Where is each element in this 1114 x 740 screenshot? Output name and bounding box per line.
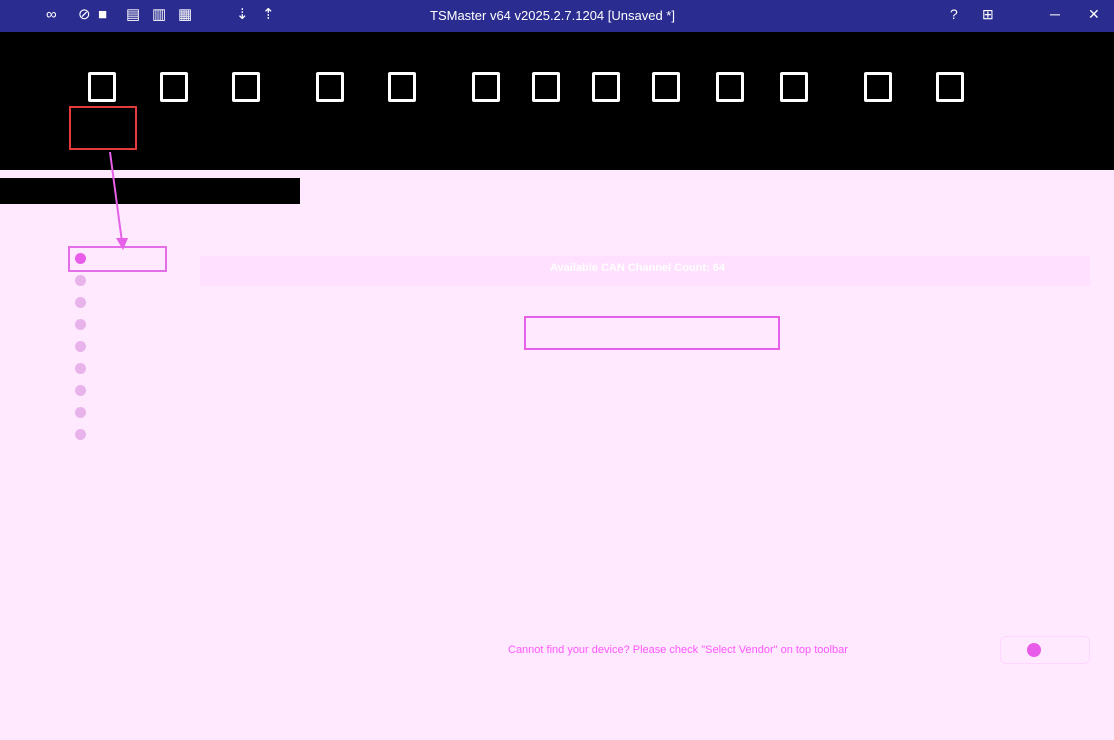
device-hint: Cannot find your device? Please check "S… [508,644,848,656]
graph-icon [592,72,620,102]
channel-icon [88,72,116,102]
ribbon-button-13[interactable] [920,72,980,152]
ribbon-button-11[interactable] [764,72,824,152]
list-item[interactable] [70,424,200,446]
selection-highlight [69,106,137,150]
help-button[interactable]: ? [950,6,958,22]
script-icon [716,72,744,102]
ribbon-tabs [0,32,1114,62]
upload-icon[interactable]: ⇡ [262,5,275,25]
title-bar: ∞ ⊘ ■ ▤ ▥ ▦ ⇣ ⇡ TSMaster v64 v2025.2.7.1… [0,0,1114,32]
list-item[interactable] [70,402,200,424]
link-icon[interactable]: ∞ [46,5,57,25]
minimize-button[interactable]: ─ [1050,6,1060,22]
status-icon [1027,643,1041,657]
close-button[interactable]: ✕ [1088,6,1100,23]
list-item[interactable] [70,292,200,314]
channel-header: Available CAN Channel Count: 64 [200,256,1090,286]
list-item[interactable] [70,270,200,292]
analysis-icon [388,72,416,102]
ribbon-button-2[interactable] [144,72,204,152]
action-button[interactable] [1000,636,1090,664]
hardware-select-highlight [524,316,780,350]
list-item[interactable] [70,358,200,380]
status-strip [60,696,960,736]
ribbon-button-12[interactable] [848,72,908,152]
new-file-icon[interactable]: ▤ [126,5,140,25]
pointer-arrow-icon [109,152,128,250]
filter-icon [532,72,560,102]
ribbon-button-7[interactable] [516,72,576,152]
list-item[interactable] [70,380,200,402]
column-header-row [200,294,1090,318]
hardware-icon [160,72,188,102]
channel-count-label: Available CAN Channel Count: 64 [550,262,726,274]
window-title: TSMaster v64 v2025.2.7.1204 [Unsaved *] [430,8,675,23]
ribbon-button-4[interactable] [300,72,360,152]
panel-icon [652,72,680,102]
ribbon-button-6[interactable] [456,72,516,152]
tools-icon [316,72,344,102]
ribbon-button-9[interactable] [636,72,696,152]
ribbon-button-5[interactable] [372,72,432,152]
chat-icon[interactable]: ■ [98,5,107,25]
mapping-icon [232,72,260,102]
open-icon[interactable]: ▥ [152,5,166,25]
restore-button[interactable]: ⊞ [982,6,994,23]
download-icon[interactable]: ⇣ [236,5,249,25]
ribbon-button-10[interactable] [700,72,760,152]
settings-icon [864,72,892,102]
database-icon [472,72,500,102]
save-icon[interactable]: ▦ [178,5,192,25]
ribbon-button-3[interactable] [216,72,276,152]
ribbon-button-8[interactable] [576,72,636,152]
list-item[interactable] [70,336,200,358]
help-icon [936,72,964,102]
channel-toolbar [70,220,770,244]
diagnostic-icon [780,72,808,102]
channel-list [68,246,200,446]
unlink-icon[interactable]: ⊘ [78,5,91,25]
list-item[interactable] [70,314,200,336]
breadcrumb [0,178,300,204]
